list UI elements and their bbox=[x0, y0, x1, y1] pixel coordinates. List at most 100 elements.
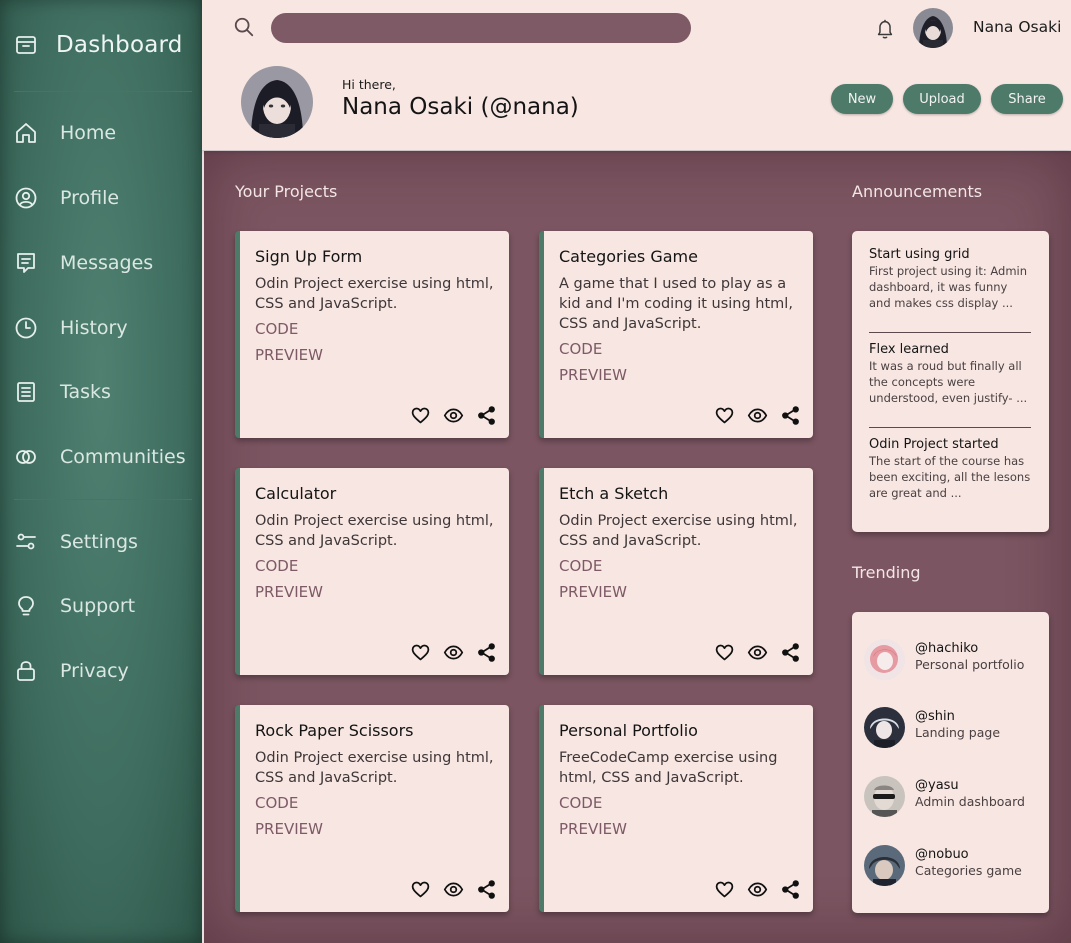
sidebar-divider bbox=[14, 91, 192, 92]
preview-link[interactable]: PREVIEW bbox=[559, 362, 627, 388]
sidebar-item-label: Privacy bbox=[60, 660, 129, 682]
header: Nana Osaki Hi there, Nana Osaki (@nana) … bbox=[202, 0, 1071, 150]
code-link[interactable]: CODE bbox=[559, 336, 627, 362]
profile-avatar bbox=[241, 66, 313, 138]
project-card: Calculator Odin Project exercise using h… bbox=[235, 468, 509, 675]
eye-icon[interactable] bbox=[443, 405, 464, 426]
trending-item[interactable]: @nobuo Categories game bbox=[864, 845, 1044, 887]
project-card: Rock Paper Scissors Odin Project exercis… bbox=[235, 705, 509, 912]
sidebar-item-communities[interactable]: Communities bbox=[14, 440, 194, 474]
trending-handle: @nobuo bbox=[915, 847, 969, 862]
sidebar-item-label: Tasks bbox=[60, 381, 111, 403]
sidebar-item-tasks[interactable]: Tasks bbox=[14, 375, 194, 409]
preview-link[interactable]: PREVIEW bbox=[255, 816, 323, 842]
heart-icon[interactable] bbox=[410, 405, 431, 426]
sidebar-item-label: Settings bbox=[60, 531, 138, 553]
share-button[interactable]: Share bbox=[991, 84, 1063, 114]
sidebar-item-messages[interactable]: Messages bbox=[14, 246, 194, 280]
heart-icon[interactable] bbox=[714, 405, 735, 426]
project-card: Sign Up Form Odin Project exercise using… bbox=[235, 231, 509, 438]
sidebar: Dashboard Home Profile Messages History … bbox=[0, 0, 202, 943]
eye-icon[interactable] bbox=[747, 642, 768, 663]
heart-icon[interactable] bbox=[410, 642, 431, 663]
main-content: Your Projects Announcements Trending Sig… bbox=[202, 150, 1071, 943]
announcement-body: It was a roud but finally all the concep… bbox=[869, 359, 1028, 405]
project-title: Etch a Sketch bbox=[559, 484, 669, 503]
lock-icon bbox=[17, 661, 35, 681]
eye-icon[interactable] bbox=[443, 879, 464, 900]
project-description: Odin Project exercise using html, CSS an… bbox=[255, 276, 494, 312]
project-title: Personal Portfolio bbox=[559, 721, 698, 740]
announcement-item[interactable]: Start using grid First project using it:… bbox=[869, 247, 1031, 311]
share-icon[interactable] bbox=[476, 642, 497, 663]
announcement-divider bbox=[869, 427, 1031, 428]
code-link[interactable]: CODE bbox=[255, 316, 323, 342]
project-card: Etch a Sketch Odin Project exercise usin… bbox=[539, 468, 813, 675]
upload-button[interactable]: Upload bbox=[903, 84, 981, 114]
trending-subtitle: Personal portfolio bbox=[915, 657, 1025, 672]
sidebar-item-support[interactable]: Support bbox=[14, 589, 194, 623]
eye-icon[interactable] bbox=[747, 879, 768, 900]
brand-label: Dashboard bbox=[56, 32, 183, 58]
header-user-name[interactable]: Nana Osaki bbox=[973, 18, 1061, 36]
heart-icon[interactable] bbox=[410, 879, 431, 900]
brand[interactable]: Dashboard bbox=[14, 28, 183, 62]
announcement-title: Flex learned bbox=[869, 342, 949, 357]
search-icon[interactable] bbox=[233, 16, 257, 40]
announcement-title: Odin Project started bbox=[869, 437, 999, 452]
communities-icon bbox=[16, 450, 36, 464]
project-title: Calculator bbox=[255, 484, 337, 503]
sidebar-item-privacy[interactable]: Privacy bbox=[14, 654, 194, 688]
greeting: Hi there, bbox=[342, 77, 396, 92]
project-title: Rock Paper Scissors bbox=[255, 721, 414, 740]
trending-panel: @hachiko Personal portfolio @shin Landin… bbox=[852, 612, 1049, 913]
sidebar-item-profile[interactable]: Profile bbox=[14, 181, 194, 215]
heart-icon[interactable] bbox=[714, 642, 735, 663]
project-card: Personal Portfolio FreeCodeCamp exercise… bbox=[539, 705, 813, 912]
project-card: Categories Game A game that I used to pl… bbox=[539, 231, 813, 438]
sidebar-item-label: History bbox=[60, 317, 128, 339]
sidebar-item-settings[interactable]: Settings bbox=[14, 525, 194, 559]
share-icon[interactable] bbox=[476, 879, 497, 900]
code-link[interactable]: CODE bbox=[255, 790, 323, 816]
search-input[interactable] bbox=[271, 13, 691, 43]
preview-link[interactable]: PREVIEW bbox=[255, 579, 323, 605]
tasks-icon bbox=[17, 382, 35, 402]
preview-link[interactable]: PREVIEW bbox=[255, 342, 323, 368]
avatar bbox=[864, 707, 905, 748]
sidebar-item-home[interactable]: Home bbox=[14, 116, 194, 150]
project-title: Sign Up Form bbox=[255, 247, 363, 266]
share-icon[interactable] bbox=[476, 405, 497, 426]
avatar[interactable] bbox=[913, 8, 953, 48]
announcement-item[interactable]: Flex learned It was a roud but finally a… bbox=[869, 342, 1031, 406]
avatar bbox=[864, 639, 905, 680]
trending-item[interactable]: @yasu Admin dashboard bbox=[864, 776, 1044, 818]
preview-link[interactable]: PREVIEW bbox=[559, 579, 627, 605]
announcement-title: Start using grid bbox=[869, 247, 970, 262]
avatar bbox=[864, 845, 905, 886]
announcement-divider bbox=[869, 332, 1031, 333]
trending-item[interactable]: @hachiko Personal portfolio bbox=[864, 639, 1044, 681]
code-link[interactable]: CODE bbox=[559, 553, 627, 579]
announcement-item[interactable]: Odin Project started The start of the co… bbox=[869, 437, 1031, 501]
trending-handle: @yasu bbox=[915, 778, 959, 793]
avatar bbox=[864, 776, 905, 817]
eye-icon[interactable] bbox=[747, 405, 768, 426]
announcement-body: First project using it: Admin dashboard,… bbox=[869, 264, 1028, 310]
support-icon bbox=[18, 596, 34, 616]
share-icon[interactable] bbox=[780, 642, 801, 663]
eye-icon[interactable] bbox=[443, 642, 464, 663]
dashboard-icon bbox=[16, 36, 36, 54]
heart-icon[interactable] bbox=[714, 879, 735, 900]
new-button[interactable]: New bbox=[831, 84, 893, 114]
preview-link[interactable]: PREVIEW bbox=[559, 816, 627, 842]
trending-title: Trending bbox=[852, 563, 921, 582]
trending-item[interactable]: @shin Landing page bbox=[864, 707, 1044, 749]
bell-icon[interactable] bbox=[874, 17, 898, 43]
share-icon[interactable] bbox=[780, 879, 801, 900]
page-title: Nana Osaki (@nana) bbox=[342, 94, 579, 120]
code-link[interactable]: CODE bbox=[559, 790, 627, 816]
share-icon[interactable] bbox=[780, 405, 801, 426]
sidebar-item-history[interactable]: History bbox=[14, 311, 194, 345]
code-link[interactable]: CODE bbox=[255, 553, 323, 579]
